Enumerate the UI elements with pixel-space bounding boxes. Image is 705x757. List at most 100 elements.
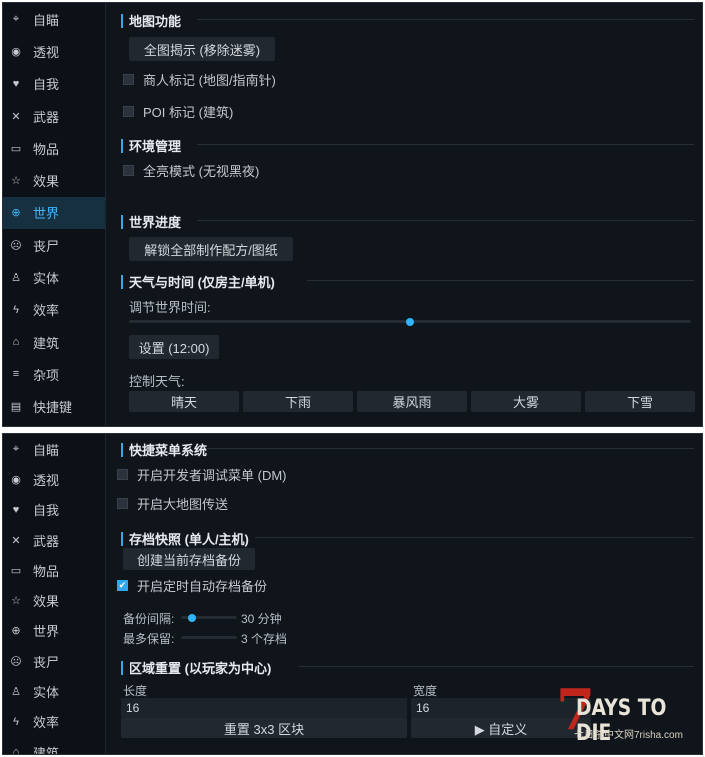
weather-fog-button[interactable]: 大雾 (471, 391, 581, 412)
checkbox-label: 商人标记 (地图/指南针) (143, 73, 276, 88)
checkbox-checked[interactable]: ✔ (117, 580, 128, 591)
interval-label: 备份间隔: (123, 612, 175, 626)
sidebar-item-13[interactable]: ▤ 快捷键 (3, 391, 105, 423)
crosshair-icon: ⌖ (12, 12, 20, 25)
checkbox-box[interactable] (123, 165, 134, 176)
reset-chunks-button[interactable]: 重置 3x3 区块 (121, 718, 407, 738)
checkbox-label: 开启定时自动存档备份 (137, 579, 268, 594)
zombie-icon: ☹ (10, 655, 22, 668)
sidebar-item-label: 武器 (33, 533, 60, 549)
weather-storm-button[interactable]: 暴风雨 (357, 391, 467, 412)
sidebar-item-6[interactable]: ☆ 效果 (3, 585, 105, 615)
swords-icon: ✕ (11, 534, 21, 547)
length-label: 长度 (123, 684, 148, 698)
swords-icon: ✕ (11, 110, 21, 123)
sidebar-item-2[interactable]: ◉ 透视 (3, 35, 105, 67)
sidebar-item-1[interactable]: ⌖ 自瞄 (3, 3, 105, 35)
sidebar-item-8[interactable]: ☹ 丧尸 (3, 229, 105, 261)
reveal-map-button[interactable]: 全图揭示 (移除迷雾) (129, 37, 275, 61)
keyboard-icon: ▤ (10, 401, 22, 414)
weather-snow-button[interactable]: 下雪 (585, 391, 695, 412)
time-label: 调节世界时间: (129, 300, 211, 315)
auto-backup-checkbox[interactable]: ✔ 开启定时自动存档备份 (117, 576, 267, 595)
section-title-snapshot: 存档快照 (单人/主机) (121, 529, 249, 548)
dev-menu-checkbox[interactable]: 开启开发者调试菜单 (DM) (117, 465, 287, 484)
sidebar-item-5[interactable]: ▭ 物品 (3, 132, 105, 164)
divider (207, 448, 694, 449)
checkbox-label: POI 标记 (建筑) (143, 105, 234, 120)
item-box-icon: ▭ (10, 142, 22, 155)
sidebar-item-label: 透视 (33, 472, 60, 488)
content-area: 快捷菜单系统 开启开发者调试菜单 (DM) 开启大地图传送 存档快照 (单人/主… (107, 434, 702, 754)
sidebar-item-label: 武器 (33, 109, 60, 125)
crosshair-icon: ⌖ (12, 442, 20, 455)
unlock-recipes-button[interactable]: 解锁全部制作配方/图纸 (129, 237, 293, 261)
sidebar-item-label: 物品 (33, 563, 60, 579)
sidebar-item-label: 自瞄 (33, 12, 60, 28)
trader-marker-checkbox[interactable]: 商人标记 (地图/指南针) (123, 70, 276, 89)
heart-icon: ♥ (12, 77, 20, 90)
sidebar-item-10[interactable]: ϟ 效率 (3, 294, 105, 326)
time-slider-handle[interactable] (406, 317, 414, 326)
checkbox-box[interactable] (123, 74, 134, 85)
sidebar-item-9[interactable]: ♙ 实体 (3, 261, 105, 293)
sidebar-item-7[interactable]: ⊕ 世界 (3, 196, 105, 230)
sidebar-item-label: 自瞄 (33, 442, 60, 458)
sidebar-item-2[interactable]: ◉ 透视 (3, 464, 105, 494)
sidebar-item-1[interactable]: ⌖ 自瞄 (3, 434, 105, 464)
world-settings-panel: ⌖ 自瞄 ◉ 透视 ♥ 自我 ✕ 武器 ▭ 物品 ☆ 效果 ⊕ 世界 ☹ 丧尸 ♙ 实体 ϟ 效率 ⌂ 建筑 ≡ 杂项 ▤ 快捷键… (2, 2, 703, 427)
checkbox-box[interactable] (123, 106, 134, 117)
section-title-reset: 区域重置 (以玩家为中心) (121, 658, 271, 677)
eye-icon: ◉ (11, 473, 21, 486)
keep-value: 3 个存档 (241, 632, 288, 646)
sidebar-item-8[interactable]: ☹ 丧尸 (3, 646, 105, 676)
checkbox-box[interactable] (117, 469, 128, 480)
sidebar-item-10[interactable]: ϟ 效率 (3, 707, 105, 737)
interval-slider-handle[interactable] (188, 613, 197, 622)
sidebar-item-4[interactable]: ✕ 武器 (3, 100, 105, 132)
checkbox-box[interactable] (117, 498, 128, 509)
home-icon: ⌂ (12, 746, 20, 755)
misc-settings-panel: ⌖ 自瞄 ◉ 透视 ♥ 自我 ✕ 武器 ▭ 物品 ☆ 效果 ⊕ 世界 ☹ 丧尸 ♙ 实体 ϟ 效率 ⌂ 建筑 快捷菜单系统… (2, 433, 703, 755)
logo-subtitle: 七日杀中文网7risha.com (574, 730, 683, 741)
sidebar-item-label: 物品 (33, 141, 60, 157)
checkbox-label: 开启开发者调试菜单 (DM) (137, 468, 287, 483)
sidebar-item-11[interactable]: ⌂ 建筑 (3, 326, 105, 358)
width-label: 宽度 (413, 684, 438, 698)
sidebar-item-9[interactable]: ♙ 实体 (3, 676, 105, 706)
sidebar-item-label: 杂项 (33, 367, 60, 383)
map-teleport-checkbox[interactable]: 开启大地图传送 (117, 494, 228, 513)
divider (299, 666, 694, 667)
checkbox-label: 全亮模式 (无视黑夜) (143, 164, 260, 179)
sidebar-item-5[interactable]: ▭ 物品 (3, 555, 105, 585)
keep-slider[interactable] (181, 636, 237, 639)
sidebar-item-7[interactable]: ⊕ 世界 (3, 616, 105, 646)
sidebar-item-label: 效率 (33, 303, 60, 319)
sidebar-item-6[interactable]: ☆ 效果 (3, 164, 105, 196)
sidebar-item-12[interactable]: ≡ 杂项 (3, 358, 105, 390)
star-icon: ☆ (11, 175, 21, 188)
sidebar-item-label: 丧尸 (33, 654, 60, 670)
person-icon: ♙ (11, 686, 21, 699)
fullbright-checkbox[interactable]: 全亮模式 (无视黑夜) (123, 161, 259, 180)
section-title-quick-menu: 快捷菜单系统 (121, 440, 207, 459)
sidebar-item-label: 建筑 (33, 335, 60, 351)
checkbox-label: 开启大地图传送 (137, 497, 229, 512)
section-title-map: 地图功能 (121, 11, 181, 30)
poi-marker-checkbox[interactable]: POI 标记 (建筑) (123, 102, 233, 121)
weather-sunny-button[interactable]: 晴天 (129, 391, 239, 412)
sidebar-item-label: 丧尸 (33, 238, 60, 254)
sidebar-item-label: 实体 (33, 271, 60, 287)
sidebar-item-3[interactable]: ♥ 自我 (3, 495, 105, 525)
sidebar-item-3[interactable]: ♥ 自我 (3, 68, 105, 100)
create-backup-button[interactable]: 创建当前存档备份 (123, 548, 255, 570)
length-input[interactable]: 16 (121, 698, 407, 718)
home-icon: ⌂ (12, 336, 20, 349)
sidebar-item-4[interactable]: ✕ 武器 (3, 525, 105, 555)
set-time-button[interactable]: 设置 (12:00) (129, 335, 219, 359)
sidebar-item-label: 自我 (33, 77, 60, 93)
divider (197, 220, 694, 221)
sidebar-item-11[interactable]: ⌂ 建筑 (3, 737, 105, 755)
weather-rain-button[interactable]: 下雨 (243, 391, 353, 412)
sidebar-nav: ⌖ 自瞄 ◉ 透视 ♥ 自我 ✕ 武器 ▭ 物品 ☆ 效果 ⊕ 世界 ☹ 丧尸 ♙ 实体 ϟ 效率 ⌂ 建筑 ≡ 杂项 ▤ 快捷键 (3, 3, 106, 426)
